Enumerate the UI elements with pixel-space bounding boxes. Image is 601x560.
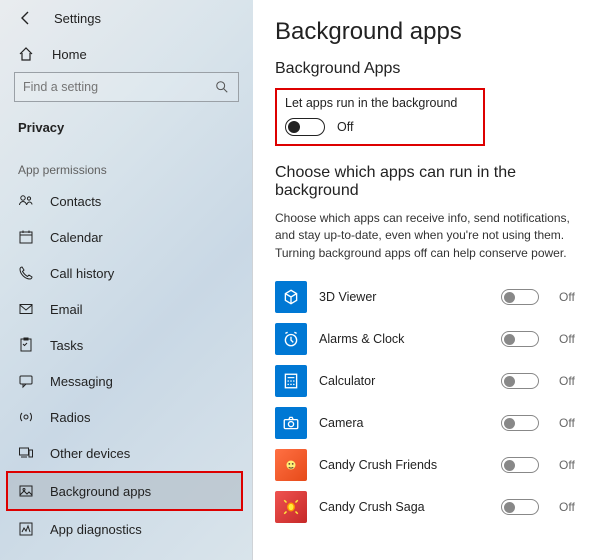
sidebar-item-other-devices[interactable]: Other devices (0, 435, 253, 471)
app-toggle-state: Off (559, 458, 583, 472)
sidebar-item-label: Contacts (50, 194, 101, 209)
master-toggle-state: Off (337, 120, 353, 134)
section-title: Privacy (0, 112, 253, 145)
subsection-title: App permissions (0, 145, 253, 183)
app-icon-camera (275, 407, 307, 439)
app-row: Calculator Off (275, 360, 583, 402)
app-name: Candy Crush Friends (319, 458, 489, 472)
description-text: Choose which apps can receive info, send… (275, 210, 583, 262)
page-title: Background apps (275, 18, 583, 46)
sidebar-item-label: Tasks (50, 338, 83, 353)
window-title: Settings (54, 11, 101, 26)
sidebar-item-label: App diagnostics (50, 522, 142, 537)
contacts-icon (18, 193, 34, 209)
devices-icon (18, 445, 34, 461)
app-row: Alarms & Clock Off (275, 318, 583, 360)
app-toggle-state: Off (559, 500, 583, 514)
sidebar-item-radios[interactable]: Radios (0, 399, 253, 435)
image-icon (18, 483, 34, 499)
sidebar: Settings Home Privacy App permissions Co… (0, 0, 253, 560)
app-toggle-state: Off (559, 374, 583, 388)
app-row: Camera Off (275, 402, 583, 444)
app-toggle-state: Off (559, 416, 583, 430)
master-toggle-block: Let apps run in the background Off (275, 88, 485, 146)
app-toggle-state: Off (559, 290, 583, 304)
search-input[interactable] (23, 80, 203, 94)
diagnostics-icon (18, 521, 34, 537)
app-toggle[interactable] (501, 457, 539, 473)
sidebar-item-tasks[interactable]: Tasks (0, 327, 253, 363)
app-name: Candy Crush Saga (319, 500, 489, 514)
sidebar-item-contacts[interactable]: Contacts (0, 183, 253, 219)
back-icon[interactable] (18, 10, 34, 26)
mail-icon (18, 301, 34, 317)
app-name: 3D Viewer (319, 290, 489, 304)
sidebar-item-messaging[interactable]: Messaging (0, 363, 253, 399)
app-row: 3D Viewer Off (275, 276, 583, 318)
main-panel: Background apps Background Apps Let apps… (253, 0, 601, 560)
home-icon (18, 46, 34, 62)
search-box[interactable] (14, 72, 239, 102)
radio-icon (18, 409, 34, 425)
sidebar-item-calendar[interactable]: Calendar (0, 219, 253, 255)
app-icon-alarms (275, 323, 307, 355)
sidebar-header: Settings (0, 0, 253, 36)
app-toggle-state: Off (559, 332, 583, 346)
tasks-icon (18, 337, 34, 353)
phone-icon (18, 265, 34, 281)
section-heading: Background Apps (275, 60, 583, 78)
divider (252, 140, 253, 560)
sidebar-item-background-apps[interactable]: Background apps (6, 471, 243, 511)
sidebar-item-label: Background apps (50, 484, 151, 499)
master-toggle[interactable] (285, 118, 325, 136)
sidebar-item-label: Call history (50, 266, 114, 281)
app-toggle[interactable] (501, 289, 539, 305)
app-name: Alarms & Clock (319, 332, 489, 346)
app-icon-calculator (275, 365, 307, 397)
app-icon-3d-viewer (275, 281, 307, 313)
app-icon-candy-saga (275, 491, 307, 523)
sidebar-item-label: Email (50, 302, 83, 317)
search-icon (214, 79, 230, 95)
app-icon-candy-friends (275, 449, 307, 481)
sidebar-item-home[interactable]: Home (0, 36, 253, 72)
app-name: Camera (319, 416, 489, 430)
sidebar-item-label: Radios (50, 410, 90, 425)
app-toggle[interactable] (501, 373, 539, 389)
app-name: Calculator (319, 374, 489, 388)
message-icon (18, 373, 34, 389)
sidebar-item-call-history[interactable]: Call history (0, 255, 253, 291)
sidebar-item-app-diagnostics[interactable]: App diagnostics (0, 511, 253, 547)
app-list: 3D Viewer Off Alarms & Clock Off Calcula… (275, 276, 583, 528)
app-toggle[interactable] (501, 331, 539, 347)
calendar-icon (18, 229, 34, 245)
master-toggle-label: Let apps run in the background (285, 96, 475, 110)
section-heading: Choose which apps can run in the backgro… (275, 164, 583, 200)
home-label: Home (52, 47, 87, 62)
app-toggle[interactable] (501, 499, 539, 515)
sidebar-item-email[interactable]: Email (0, 291, 253, 327)
sidebar-item-label: Calendar (50, 230, 103, 245)
app-toggle[interactable] (501, 415, 539, 431)
sidebar-item-label: Messaging (50, 374, 113, 389)
app-row: Candy Crush Saga Off (275, 486, 583, 528)
sidebar-item-label: Other devices (50, 446, 130, 461)
app-row: Candy Crush Friends Off (275, 444, 583, 486)
